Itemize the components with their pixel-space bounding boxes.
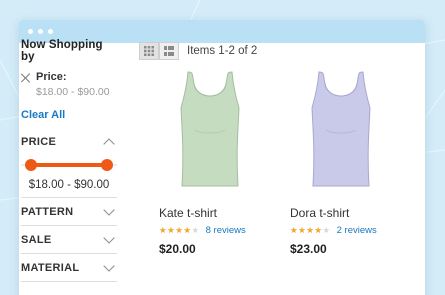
facet-sale-header[interactable]: SALE <box>21 226 117 253</box>
rating-row: ★★★★★ ★★★★★ 8 reviews <box>159 225 269 236</box>
grid-view-button[interactable] <box>139 42 159 60</box>
chevron-down-icon <box>103 203 115 216</box>
facet-sale-label: SALE <box>21 233 52 246</box>
window-dot <box>28 29 33 34</box>
chevron-down-icon <box>103 259 115 272</box>
reviews-link[interactable]: 2 reviews <box>337 225 377 236</box>
list-view-button[interactable] <box>159 42 179 60</box>
chevron-down-icon <box>103 231 115 244</box>
grid-view-icon <box>144 46 154 56</box>
product-image[interactable] <box>306 70 376 188</box>
filter-sidebar: Now Shopping by Price: $18.00 - $90.00 C… <box>21 39 117 282</box>
active-filter: Price: $18.00 - $90.00 <box>21 71 117 98</box>
facet-material-header[interactable]: MATERIAL <box>21 254 117 281</box>
clear-all-link[interactable]: Clear All <box>21 109 117 121</box>
slider-handle-min[interactable] <box>24 159 37 171</box>
list-view-icon <box>164 46 174 56</box>
price-range-value: $18.00 - $90.00 <box>28 179 110 191</box>
product-toolbar: Items 1-2 of 2 <box>139 42 257 60</box>
window-dot <box>38 29 43 34</box>
active-filter-value: $18.00 - $90.00 <box>36 86 110 98</box>
facet-pattern-label: PATTERN <box>21 205 74 218</box>
facet-price-label: PRICE <box>21 135 57 148</box>
product-price: $23.00 <box>290 242 327 256</box>
reviews-link[interactable]: 8 reviews <box>206 225 246 236</box>
rating-stars: ★★★★★ ★★★★★ <box>159 225 200 236</box>
now-shopping-title: Now Shopping by <box>21 39 103 63</box>
product-price: $20.00 <box>159 242 196 256</box>
facet-pattern-header[interactable]: PATTERN <box>21 198 117 225</box>
close-icon[interactable] <box>21 73 31 83</box>
facet-price: PRICE $18.00 - $90.00 <box>21 128 117 198</box>
slider-handle-max[interactable] <box>101 159 114 171</box>
slider-range <box>30 163 108 167</box>
facet-material: MATERIAL <box>21 254 117 282</box>
product-card: Dora t-shirt ★★★★★ ★★★★★ 2 reviews $23.0… <box>290 70 400 256</box>
product-image[interactable] <box>175 70 245 188</box>
facet-sale: SALE <box>21 226 117 254</box>
active-filter-text: Price: $18.00 - $90.00 <box>36 71 110 98</box>
product-name[interactable]: Dora t-shirt <box>290 206 400 220</box>
product-card: Kate t-shirt ★★★★★ ★★★★★ 8 reviews $20.0… <box>159 70 269 256</box>
facet-material-label: MATERIAL <box>21 261 80 274</box>
facet-price-header[interactable]: PRICE <box>21 128 117 155</box>
rating-row: ★★★★★ ★★★★★ 2 reviews <box>290 225 400 236</box>
chevron-up-icon <box>103 137 115 150</box>
product-name[interactable]: Kate t-shirt <box>159 206 269 220</box>
items-count: Items 1-2 of 2 <box>187 45 258 57</box>
rating-stars: ★★★★★ ★★★★★ <box>290 225 331 236</box>
active-filter-name: Price: <box>36 71 67 83</box>
window-dot <box>48 29 53 34</box>
facet-pattern: PATTERN <box>21 198 117 226</box>
price-slider[interactable] <box>21 157 117 173</box>
